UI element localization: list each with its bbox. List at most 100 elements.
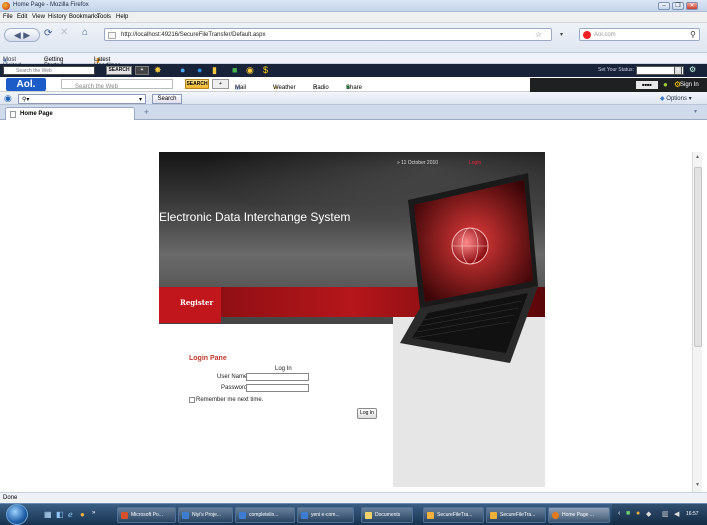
toolbar-globe-icon[interactable]: ◉	[4, 93, 12, 104]
menu-tools[interactable]: Tools	[97, 14, 111, 20]
magnifier-icon[interactable]: ⚲	[690, 30, 696, 39]
maximize-button[interactable]: ❐	[672, 2, 684, 10]
magnifier-icon: ⚲	[22, 97, 27, 103]
ie-icon[interactable]: ℯ	[68, 510, 73, 519]
aol-rss-button[interactable]: +	[212, 79, 229, 89]
explorer-icon[interactable]: ◧	[56, 510, 64, 519]
reload-icon[interactable]: ⟳	[44, 28, 52, 39]
remember-label: Remember me next time.	[196, 397, 264, 403]
password-field[interactable]	[246, 384, 309, 392]
tray-app-icon[interactable]: ●	[636, 510, 640, 517]
taskbar-item[interactable]: Microsoft Po...	[117, 507, 176, 523]
taskbar-item-active[interactable]: Home Page ...	[548, 507, 610, 523]
tray-app-icon[interactable]: ◆	[646, 510, 651, 518]
drop-icon[interactable]: ●	[197, 65, 202, 75]
window-title: Home Page - Mozilla Firefox	[13, 2, 89, 8]
aim-icon[interactable]: ●	[663, 80, 668, 89]
aol-logo[interactable]: Aol.	[6, 78, 46, 91]
new-tab-button[interactable]: +	[140, 107, 153, 119]
network-icon[interactable]: ▥	[662, 510, 669, 518]
system-title: Electronic Data Interchange System	[159, 210, 351, 224]
scroll-thumb[interactable]	[694, 167, 702, 347]
bookmarks-toolbar: ◈ Most Visited ▯ Getting Started ◨ Lates…	[0, 53, 707, 69]
rss-button[interactable]: +	[135, 66, 149, 75]
clock[interactable]: 16:57	[686, 511, 699, 517]
green-box-icon[interactable]: ■	[232, 65, 237, 75]
tab-label: Home Page	[20, 111, 53, 117]
aol-toolbar-dark-area: ■■■■ ● ⚙ Sign In	[530, 78, 707, 92]
toolbar-search-button[interactable]: Search	[152, 94, 182, 104]
quicklaunch-more[interactable]: »	[92, 510, 95, 516]
url-text: http://localhost:49216/SecureFileTransfe…	[121, 32, 266, 38]
taskbar-item[interactable]: yeni e-com...	[297, 507, 354, 523]
figure-icon[interactable]: ✸	[154, 65, 162, 76]
register-link[interactable]: Register	[159, 287, 221, 323]
aol-search-input[interactable]: Search the Web	[61, 79, 173, 90]
remember-checkbox[interactable]	[189, 397, 195, 403]
url-bar[interactable]: http://localhost:49216/SecureFileTransfe…	[104, 28, 552, 41]
volume-icon[interactable]: ◀	[674, 510, 679, 518]
search-engine-icon[interactable]: ▾	[560, 31, 563, 38]
back-forward-button[interactable]: ◀ ▶	[4, 28, 40, 42]
tray-app-icon[interactable]: ■	[626, 510, 630, 517]
username-label: User Name:	[217, 374, 250, 380]
minimize-button[interactable]: –	[658, 2, 670, 10]
menu-bookmarks[interactable]: Bookmarks	[69, 14, 99, 20]
tab-home-page[interactable]: Home Page	[5, 107, 135, 120]
navigation-toolbar: ◀ ▶ ⟳ ✕ ⌂ http://localhost:49216/SecureF…	[0, 23, 707, 53]
aol-search-icon	[583, 31, 591, 39]
taskbar-item[interactable]: Niyi's Proje...	[178, 507, 233, 523]
aol-toolbar: Aol. Search the Web SEARCH + ✉ Mail ▾ ☀ …	[0, 77, 707, 98]
taskbar-item[interactable]: SecureFileTra...	[423, 507, 484, 523]
date-text: » 11 October 2010	[397, 160, 439, 166]
home-icon[interactable]: ⌂	[82, 27, 88, 38]
start-button[interactable]	[6, 504, 28, 525]
counter-badge: ■■■■	[636, 81, 658, 89]
status-dropdown[interactable]: ▾	[674, 66, 682, 75]
menu-view[interactable]: View	[32, 14, 45, 20]
search-box[interactable]: Aol.com ⚲	[579, 28, 700, 41]
scroll-down-icon[interactable]: ▼	[695, 482, 700, 488]
toolbar-search-select[interactable]: ⚲▾ ▾	[18, 94, 146, 104]
menu-history[interactable]: History	[48, 14, 67, 20]
vertical-scrollbar[interactable]: ▲ ▼	[692, 152, 702, 492]
show-desktop-icon[interactable]: ▦	[44, 510, 52, 519]
sign-in-link[interactable]: Sign In	[680, 82, 699, 88]
settings-icon[interactable]: ⚙	[689, 65, 696, 74]
system-tray: ‹ ■ ● ◆ ▥ ◀ 16:57	[612, 504, 707, 525]
taskbar-item[interactable]: SecureFileTra...	[486, 507, 546, 523]
menu-help[interactable]: Help	[116, 14, 128, 20]
search-placeholder: Aol.com	[594, 32, 616, 38]
toolbar-search-button[interactable]: SEARCH	[106, 66, 132, 75]
username-field[interactable]	[246, 373, 309, 381]
scroll-up-icon[interactable]: ▲	[695, 154, 700, 160]
register-label: Register	[180, 298, 214, 307]
options-menu[interactable]: ◆ Options ▾	[660, 95, 692, 102]
ring-icon[interactable]: ◉	[246, 65, 254, 76]
close-button[interactable]: ✕	[686, 2, 698, 10]
bookmark-star-icon[interactable]: ☆	[535, 30, 542, 39]
status-label: Set Your Status:	[598, 67, 634, 73]
tray-expand-icon[interactable]: ‹	[618, 510, 620, 517]
firefox-icon	[2, 2, 10, 10]
window-titlebar: Home Page - Mozilla Firefox – ❐ ✕	[0, 0, 707, 12]
search-toolbar: ◉ ⚲▾ ▾ Search ◆ Options ▾	[0, 92, 707, 105]
taskbar-item[interactable]: Documents	[361, 507, 413, 523]
tab-list-button[interactable]: ▾	[694, 108, 697, 115]
status-text: Done	[3, 495, 18, 501]
menu-edit[interactable]: Edit	[17, 14, 27, 20]
globe-icon[interactable]: ●	[180, 65, 185, 75]
aol-search-button[interactable]: SEARCH	[185, 79, 209, 89]
menu-file[interactable]: File	[3, 14, 13, 20]
toolbar-search-input[interactable]: Search the Web	[3, 66, 95, 75]
status-bar: Done	[0, 492, 707, 503]
page-icon	[10, 111, 16, 118]
login-link[interactable]: Login	[469, 160, 481, 166]
pencil-icon[interactable]: ▮	[212, 65, 217, 76]
login-button[interactable]: Log In	[357, 408, 377, 419]
taskbar-item[interactable]: completelin...	[235, 507, 295, 523]
stop-icon[interactable]: ✕	[60, 27, 68, 38]
laptop-illustration	[400, 173, 538, 363]
firefox-quicklaunch-icon[interactable]: ●	[80, 510, 85, 519]
dollar-icon[interactable]: $	[263, 65, 268, 75]
